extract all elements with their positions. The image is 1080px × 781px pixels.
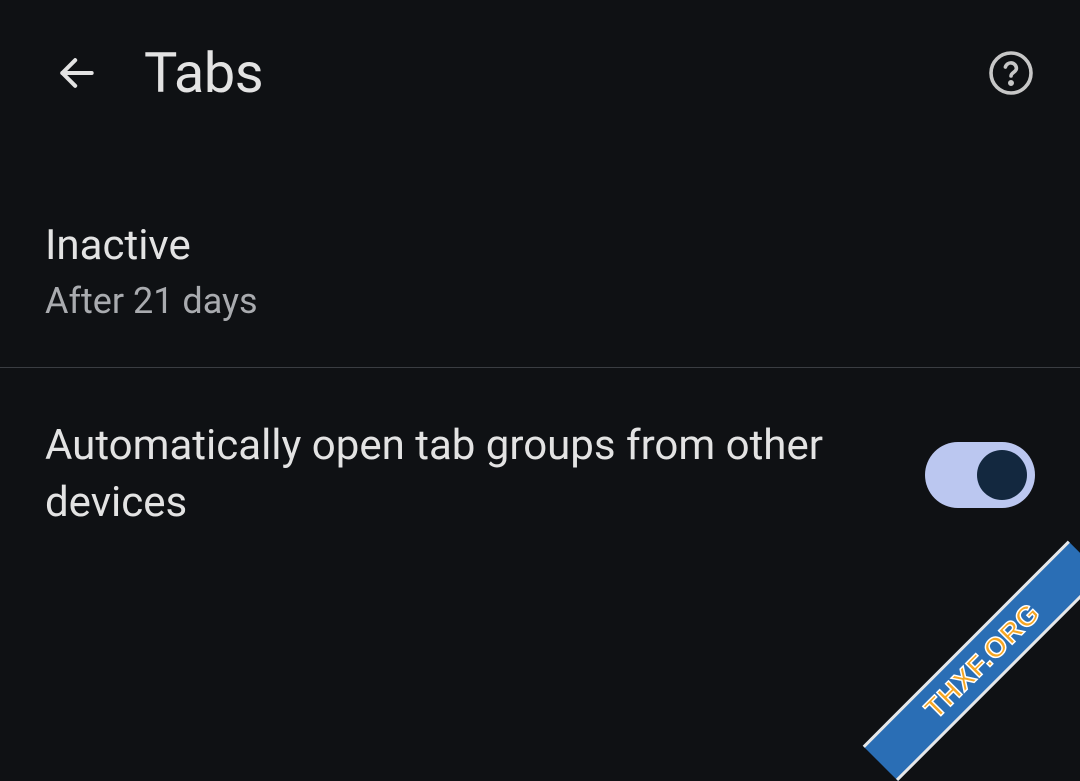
help-button[interactable]: [987, 49, 1035, 97]
header-left: Tabs: [55, 40, 263, 106]
inactive-setting-text: Inactive After 21 days: [45, 221, 258, 322]
inactive-setting-title: Inactive: [45, 221, 258, 270]
settings-content: Inactive After 21 days Automatically ope…: [0, 146, 1080, 561]
auto-open-tab-groups-label: Automatically open tab groups from other…: [45, 418, 865, 531]
page-title: Tabs: [144, 40, 263, 106]
divider: [0, 367, 1080, 368]
auto-open-tab-groups-toggle[interactable]: [925, 442, 1035, 508]
auto-open-tab-groups-row[interactable]: Automatically open tab groups from other…: [0, 388, 1080, 561]
toggle-thumb: [977, 450, 1027, 500]
watermark-text: THXF.ORG: [919, 597, 1047, 725]
back-button[interactable]: [55, 51, 99, 95]
app-header: Tabs: [0, 0, 1080, 146]
back-arrow-icon: [55, 51, 99, 95]
help-icon: [987, 49, 1035, 97]
inactive-setting-subtitle: After 21 days: [45, 280, 258, 322]
inactive-setting-row[interactable]: Inactive After 21 days: [0, 196, 1080, 347]
watermark: THXF.ORG: [863, 541, 1080, 781]
